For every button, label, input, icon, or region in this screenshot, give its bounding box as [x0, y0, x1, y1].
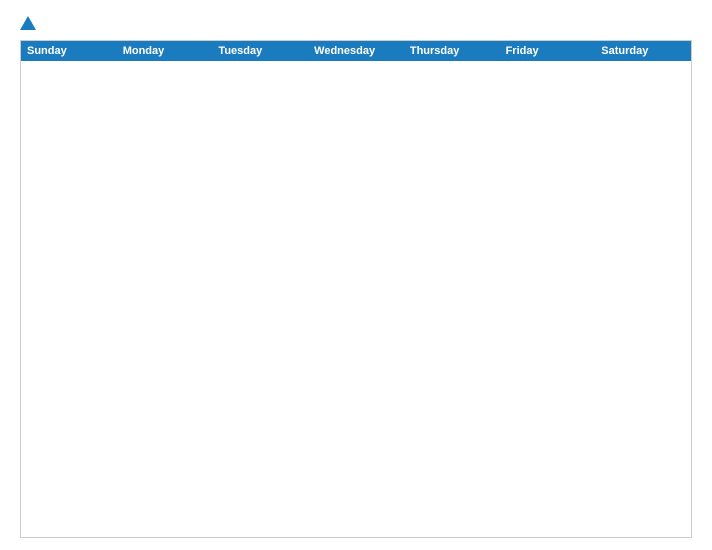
weeks-container — [21, 61, 691, 537]
day-header-wednesday: Wednesday — [308, 41, 404, 61]
logo-triangle-icon — [20, 16, 36, 30]
day-header-thursday: Thursday — [404, 41, 500, 61]
day-header-sunday: Sunday — [21, 41, 117, 61]
day-header-friday: Friday — [500, 41, 596, 61]
days-header: SundayMondayTuesdayWednesdayThursdayFrid… — [21, 41, 691, 61]
logo-blue-row — [20, 16, 38, 30]
header — [20, 16, 692, 30]
calendar-page: SundayMondayTuesdayWednesdayThursdayFrid… — [0, 0, 712, 550]
day-header-saturday: Saturday — [595, 41, 691, 61]
calendar-grid: SundayMondayTuesdayWednesdayThursdayFrid… — [20, 40, 692, 538]
day-header-tuesday: Tuesday — [212, 41, 308, 61]
logo — [20, 16, 38, 30]
day-header-monday: Monday — [117, 41, 213, 61]
